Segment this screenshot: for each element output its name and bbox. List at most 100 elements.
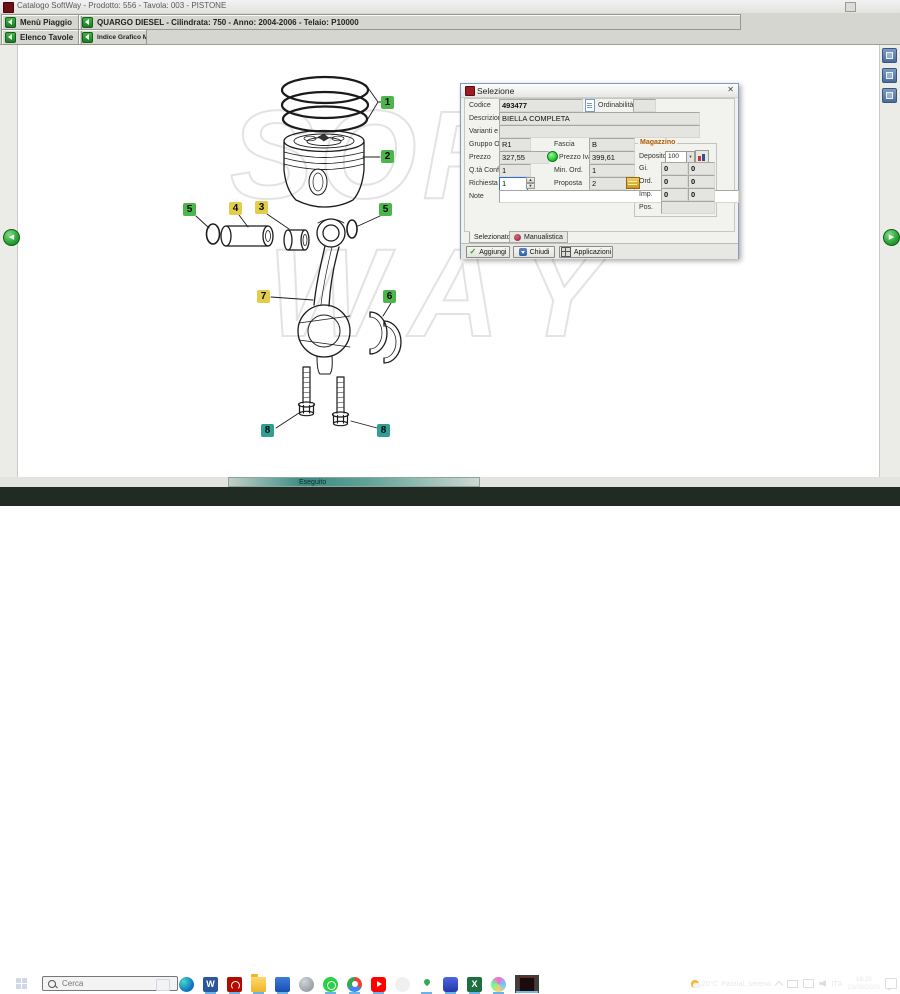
order-basket-icon[interactable] xyxy=(626,177,640,189)
app-icon-gray[interactable] xyxy=(299,977,314,992)
search-input[interactable] xyxy=(60,978,164,989)
clock[interactable]: 18:25 23/09/2025 xyxy=(847,976,880,991)
window-restore-button[interactable] xyxy=(845,2,856,12)
descrizione-field[interactable]: BIELLA COMPLETA xyxy=(499,112,700,125)
app-icon-blue[interactable] xyxy=(275,977,290,992)
varianti-field[interactable] xyxy=(499,125,700,138)
chrome-icon[interactable] xyxy=(347,977,362,992)
codice-field[interactable]: 493477 xyxy=(499,99,583,112)
ordinato-v2: 0 xyxy=(688,175,715,188)
whatsapp-icon[interactable] xyxy=(323,977,338,992)
callout-7[interactable]: 7 xyxy=(257,290,270,303)
magazzino-title: Magazzino xyxy=(638,139,677,146)
impegnato-label: Imp. xyxy=(639,191,653,198)
callout-8-right[interactable]: 8 xyxy=(377,424,390,437)
excel-icon[interactable]: X xyxy=(467,977,482,992)
tray-chevron-icon[interactable] xyxy=(775,980,783,988)
file-explorer-icon[interactable] xyxy=(251,977,266,992)
proposta-field[interactable]: 2 xyxy=(589,177,627,190)
search-icon xyxy=(48,980,56,988)
selezione-dialog: Selezione ✕ Codice 493477 Ordinabilità D… xyxy=(460,83,739,259)
impegnato-v2: 0 xyxy=(688,188,715,201)
next-table-button[interactable]: ▶ xyxy=(883,229,900,246)
callout-2[interactable]: 2 xyxy=(381,150,394,163)
catalog-app-icon xyxy=(519,977,535,992)
callout-6[interactable]: 6 xyxy=(383,290,396,303)
previous-table-button[interactable]: ◀ xyxy=(3,229,20,246)
vehicle-info-bar[interactable]: QUARGO DIESEL - Cilindrata: 750 - Anno: … xyxy=(78,14,741,30)
qta-conf-field[interactable]: 1 xyxy=(499,164,531,177)
battery-icon[interactable] xyxy=(787,980,798,988)
chevron-down-icon[interactable]: ▼ xyxy=(686,152,694,162)
maps-icon[interactable] xyxy=(419,977,434,992)
callout-5-right[interactable]: 5 xyxy=(379,203,392,216)
callout-8-left[interactable]: 8 xyxy=(261,424,274,437)
language-indicator[interactable]: ITA xyxy=(831,979,842,988)
applications-grid-icon xyxy=(561,247,571,257)
callout-5-left[interactable]: 5 xyxy=(183,203,196,216)
gruppo-ord-field[interactable]: R1 xyxy=(499,138,531,151)
fit-view-button[interactable] xyxy=(882,88,897,103)
acrobat-icon[interactable] xyxy=(227,977,242,992)
photos-icon[interactable] xyxy=(491,977,506,992)
edge-icon[interactable] xyxy=(179,977,194,992)
elenco-tavole-button[interactable]: Elenco Tavole xyxy=(1,29,82,45)
date: 23/09/2025 xyxy=(847,984,880,992)
close-icon[interactable]: ✕ xyxy=(727,85,734,94)
impegnato-v1: 0 xyxy=(661,188,688,201)
menu-piaggio-button[interactable]: Menù Piaggio xyxy=(1,14,82,30)
deposito-value: 100 xyxy=(668,153,679,160)
zoom-tool-button[interactable] xyxy=(882,48,897,63)
dialog-title-bar[interactable]: Selezione ✕ xyxy=(461,84,738,98)
weather-widget[interactable]: 20°C Parzial. sereno xyxy=(691,979,772,988)
task-view-icon[interactable] xyxy=(156,979,170,991)
app-icon-blue2[interactable] xyxy=(443,977,458,992)
notification-center-icon[interactable] xyxy=(885,978,897,989)
active-app-slot[interactable] xyxy=(515,975,539,993)
window-title-bar: Catalogo SoftWay - Prodotto: 556 - Tavol… xyxy=(0,0,900,14)
ordinabilita-label: Ordinabilità xyxy=(598,102,633,109)
richiesta-input[interactable]: 1 xyxy=(499,177,528,191)
price-status-led-icon xyxy=(547,151,558,162)
app-icon-white[interactable] xyxy=(395,977,410,992)
min-ord-field[interactable]: 1 xyxy=(589,164,635,177)
piston-exploded-drawing xyxy=(0,44,900,477)
volume-icon[interactable] xyxy=(819,980,826,987)
callout-4[interactable]: 4 xyxy=(229,202,242,215)
indice-grafico-button[interactable]: Indice Grafico Motore xyxy=(78,29,147,45)
ordinabilita-field[interactable] xyxy=(633,99,656,112)
chiudi-label: Chiudi xyxy=(530,249,550,256)
pos-field[interactable] xyxy=(661,201,715,214)
callout-1[interactable]: 1 xyxy=(381,96,394,109)
tab-manualistica[interactable]: Manualistica xyxy=(509,231,568,243)
background-window-sliver[interactable]: Eseguito xyxy=(228,477,480,487)
youtube-icon[interactable] xyxy=(371,977,386,992)
background-window-title: Eseguito xyxy=(299,479,326,486)
elenco-tavole-label: Elenco Tavole xyxy=(20,33,73,42)
pan-tool-button[interactable] xyxy=(882,68,897,83)
document-icon[interactable] xyxy=(585,99,595,112)
left-gutter xyxy=(0,44,18,477)
chiudi-button[interactable]: Chiudi xyxy=(513,246,555,258)
aggiungi-label: Aggiungi xyxy=(479,249,506,256)
navigation-toolbar: Menù Piaggio Elenco Tavole QUARGO DIESEL… xyxy=(0,13,900,45)
word-icon[interactable]: W xyxy=(203,977,218,992)
min-ord-label: Min. Ord. xyxy=(554,167,583,174)
prezzo-ivato-field[interactable]: 399,61 xyxy=(589,151,635,164)
prezzo-field[interactable]: 327,55 xyxy=(499,151,549,164)
diagram-canvas[interactable]: SOFT WAY xyxy=(0,44,900,477)
right-gutter xyxy=(879,44,900,477)
aggiungi-button[interactable]: ✓ Aggiungi xyxy=(466,246,510,258)
fascia-field[interactable]: B xyxy=(589,138,635,151)
vehicle-info-label: QUARGO DIESEL - Cilindrata: 750 - Anno: … xyxy=(97,18,359,27)
network-icon[interactable] xyxy=(803,979,814,988)
richiesta-stepper[interactable]: ▲ ▼ xyxy=(526,177,535,190)
dialog-icon xyxy=(465,86,475,96)
pos-label: Pos. xyxy=(639,204,653,211)
spin-down-icon[interactable]: ▼ xyxy=(526,183,535,189)
taskbar: W X 20°C Parzial. sereno ITA 18:25 23/09… xyxy=(0,487,900,506)
start-button[interactable] xyxy=(16,978,28,990)
ordinato-v1: 0 xyxy=(661,175,688,188)
callout-3[interactable]: 3 xyxy=(255,201,268,214)
applicazioni-button[interactable]: Applicazioni xyxy=(559,246,613,258)
